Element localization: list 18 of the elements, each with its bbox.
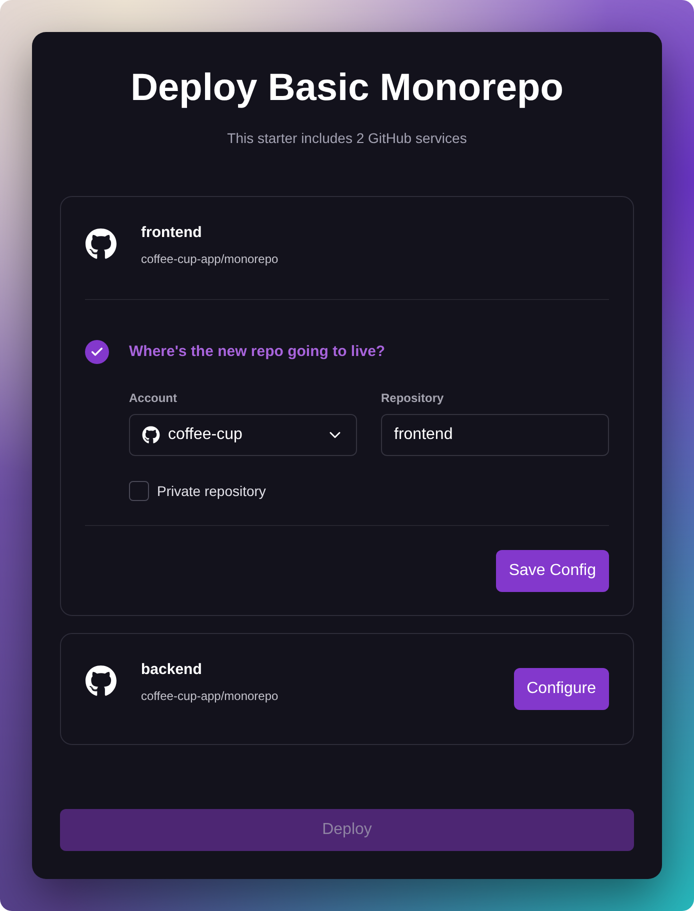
github-icon bbox=[85, 665, 117, 697]
configure-button[interactable]: Configure bbox=[514, 668, 609, 710]
repository-input[interactable]: frontend bbox=[381, 414, 609, 456]
dialog-title: Deploy Basic Monorepo bbox=[130, 66, 564, 111]
checkbox[interactable] bbox=[129, 481, 149, 501]
step-heading: Where's the new repo going to live? bbox=[129, 342, 386, 362]
save-config-button[interactable]: Save Config bbox=[496, 550, 609, 592]
dialog-subtitle: This starter includes 2 GitHub services bbox=[226, 129, 468, 148]
service-name: frontend bbox=[141, 223, 203, 243]
repo-path: coffee-cup-app/monorepo bbox=[141, 251, 278, 267]
repo-path: coffee-cup-app/monorepo bbox=[141, 688, 278, 704]
repository-label: Repository bbox=[381, 390, 445, 406]
checkbox-label: Private repository bbox=[157, 482, 266, 500]
service-name: backend bbox=[141, 660, 203, 680]
account-label: Account bbox=[129, 390, 178, 406]
account-select[interactable]: coffee-cup bbox=[129, 414, 357, 456]
github-icon bbox=[142, 426, 160, 444]
github-icon bbox=[85, 228, 117, 260]
